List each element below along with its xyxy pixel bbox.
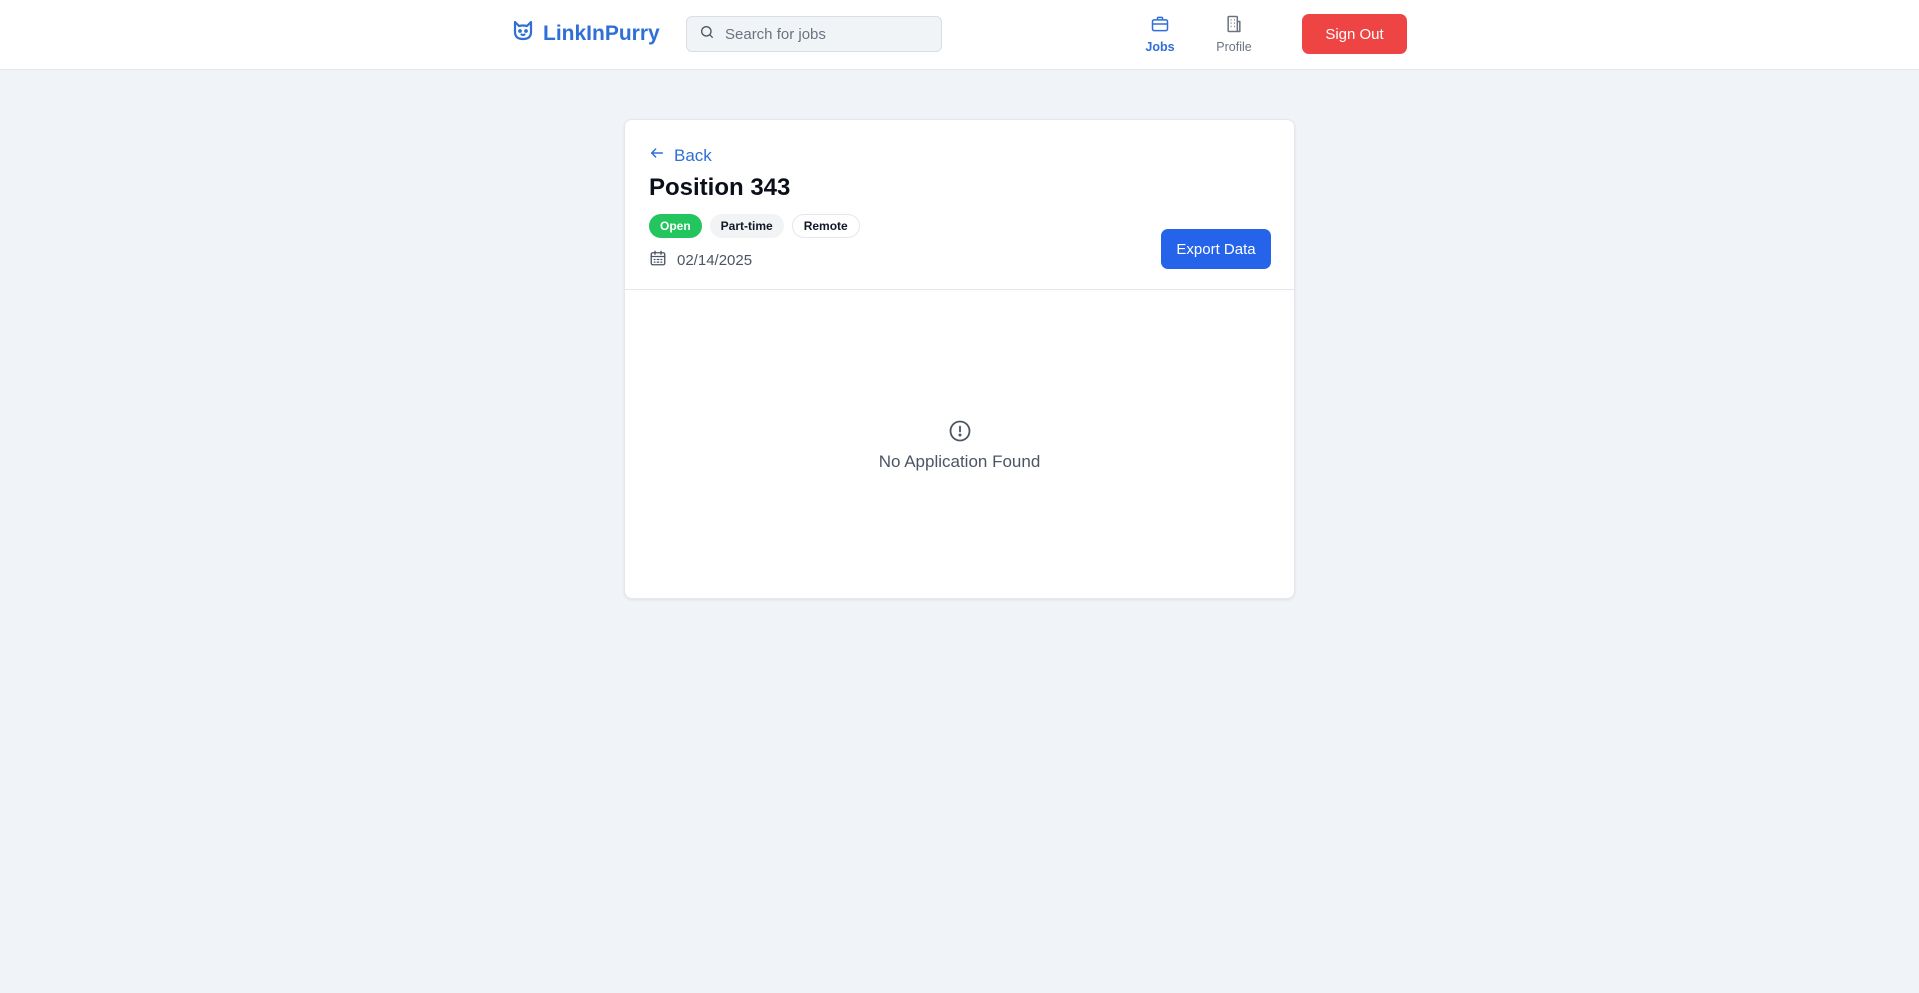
sign-out-button[interactable]: Sign Out: [1302, 14, 1407, 54]
search-box[interactable]: [686, 16, 942, 52]
location-type-badge: Remote: [791, 214, 860, 238]
export-data-button[interactable]: Export Data: [1161, 229, 1271, 269]
back-link[interactable]: Back: [649, 145, 712, 166]
nav-jobs[interactable]: Jobs: [1143, 14, 1177, 54]
arrow-left-icon: [649, 145, 665, 166]
alert-circle-icon: [948, 419, 972, 448]
nav-profile-label: Profile: [1216, 40, 1252, 54]
search-icon: [699, 24, 715, 45]
empty-message: No Application Found: [878, 452, 1041, 471]
status-badge: Open: [649, 214, 702, 238]
nav-jobs-label: Jobs: [1145, 40, 1175, 54]
date-text: 02/14/2025: [677, 251, 753, 269]
building-icon: [1224, 14, 1244, 37]
job-header: Back Position 343 Open Part-time Remote …: [625, 120, 1294, 290]
job-detail-card: Back Position 343 Open Part-time Remote …: [624, 119, 1295, 599]
brand-name: LinkInPurry: [543, 22, 660, 45]
job-badges: Open Part-time Remote: [649, 214, 860, 238]
calendar-icon: [649, 249, 667, 271]
top-navbar: LinkInPurry Jobs Profile: [0, 0, 1919, 70]
nav-profile[interactable]: Profile: [1213, 14, 1255, 54]
job-type-badge: Part-time: [709, 214, 784, 238]
posted-date: 02/14/2025: [649, 249, 752, 271]
search-input[interactable]: [725, 25, 925, 43]
back-label: Back: [674, 145, 712, 165]
briefcase-icon: [1150, 14, 1170, 37]
page-title: Position 343: [649, 174, 791, 201]
empty-state: No Application Found: [625, 419, 1294, 472]
cat-icon: [511, 19, 535, 49]
brand-logo[interactable]: LinkInPurry: [511, 20, 660, 48]
